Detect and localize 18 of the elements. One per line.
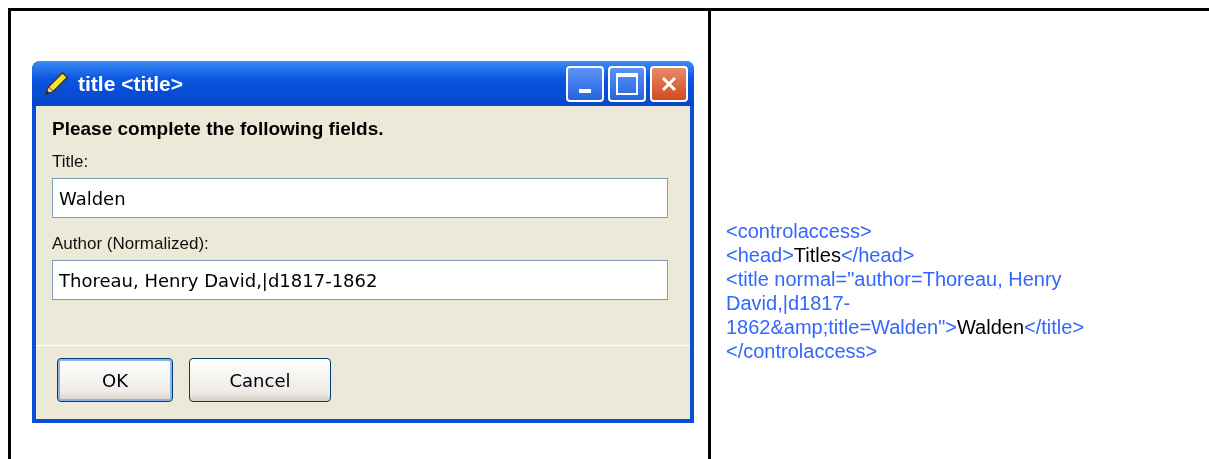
code-line: <title normal="author=Thoreau, Henry xyxy=(726,267,1063,291)
close-button[interactable] xyxy=(650,65,688,102)
window-title: title <title> xyxy=(78,71,185,96)
minimize-button[interactable] xyxy=(566,65,604,102)
cancel-button[interactable]: Cancel xyxy=(189,358,331,402)
text-field[interactable]: Thoreau, Henry David,|d1817-1862 xyxy=(52,260,668,300)
code-line: David,|d1817- xyxy=(726,291,852,315)
instruction-text: Please complete the following fields. xyxy=(52,118,385,140)
code-line: 1862&amp;title=Walden">Walden</title> xyxy=(726,315,1086,339)
text-field[interactable]: Walden xyxy=(52,178,668,218)
field-label: Author (Normalized): xyxy=(52,234,210,254)
code-line: <controlaccess> xyxy=(726,219,873,243)
code-line: <head>Titles</head> xyxy=(726,243,916,267)
pencil-icon xyxy=(42,69,70,98)
maximize-button[interactable] xyxy=(608,65,646,102)
ok-button[interactable]: OK xyxy=(57,358,173,402)
code-line: </controlaccess> xyxy=(726,339,879,363)
field-label: Title: xyxy=(52,152,90,172)
